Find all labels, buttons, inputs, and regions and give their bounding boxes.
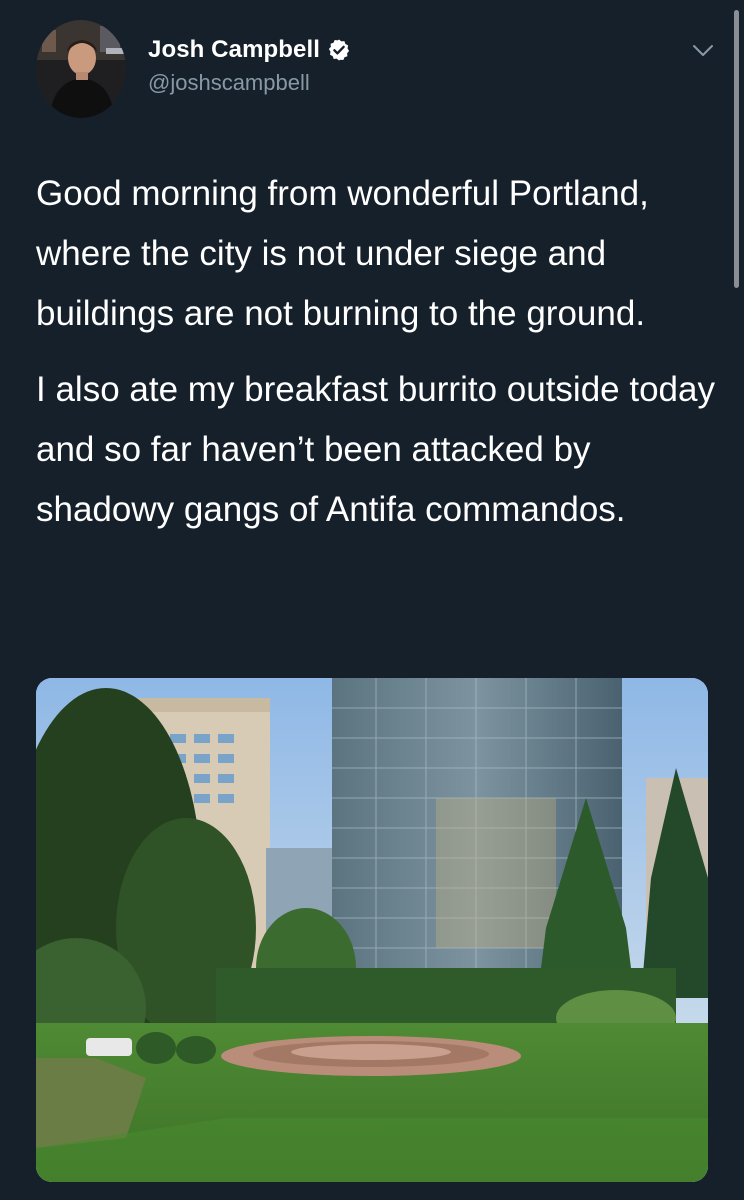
tweet-header: Josh Campbell @joshscampbell: [36, 20, 716, 120]
avatar[interactable]: [36, 20, 126, 118]
tweet-paragraph-1: Good morning from wonderful Portland, wh…: [36, 174, 649, 333]
author-names: Josh Campbell @joshscampbell: [148, 34, 351, 96]
display-name-row: Josh Campbell: [148, 34, 351, 66]
verified-badge-icon: [327, 38, 351, 62]
tweet-paragraph-2: I also ate my breakfast burrito outside …: [36, 370, 715, 529]
tweet-text: Good morning from wonderful Portland, wh…: [36, 164, 716, 556]
scroll-indicator[interactable]: [734, 10, 739, 288]
tweet-photo[interactable]: [36, 678, 708, 1182]
handle[interactable]: @joshscampbell: [148, 70, 351, 96]
display-name[interactable]: Josh Campbell: [148, 36, 320, 64]
chevron-down-icon[interactable]: [690, 40, 716, 60]
